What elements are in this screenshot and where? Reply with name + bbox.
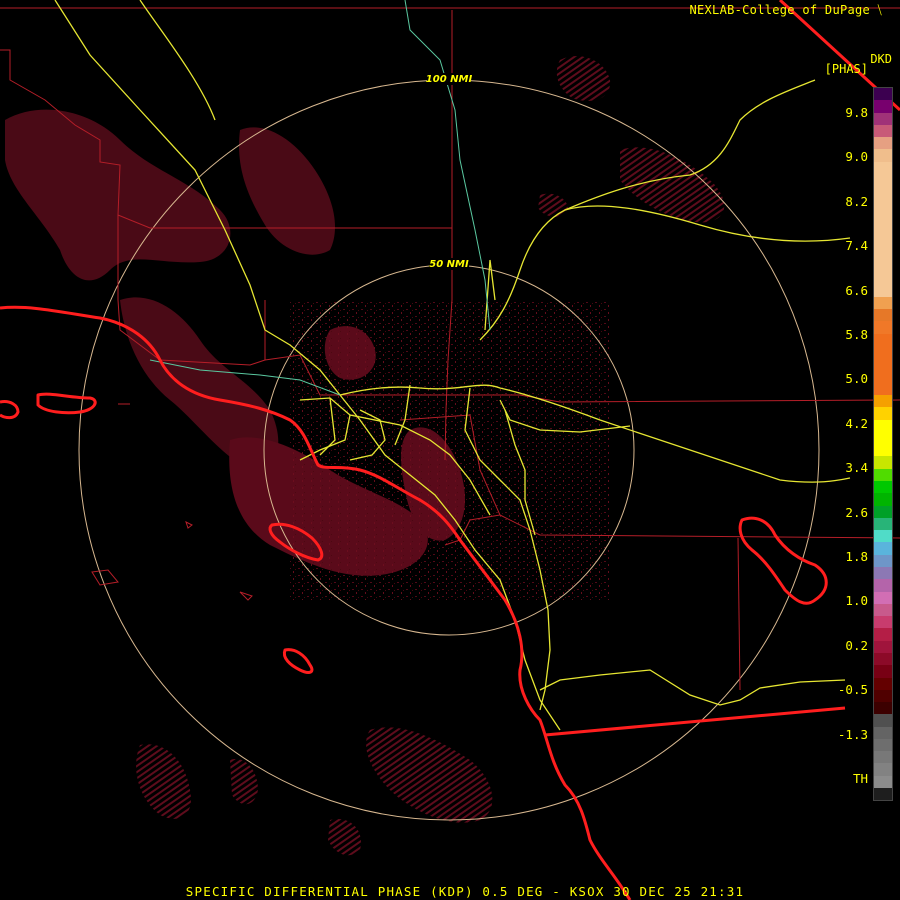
legend-tick-label: 9.0 [845, 149, 868, 165]
color-scale-swatch [874, 259, 892, 273]
color-scale-swatch [874, 100, 892, 113]
legend-tick-label: 9.8 [845, 105, 868, 120]
credit-mark-icon: ⧹ [877, 3, 882, 17]
radar-map: 100 NMI 50 NMI [0, 0, 900, 900]
ring-labels: 100 NMI 50 NMI [426, 73, 473, 270]
legend-tick-label: 5.0 [845, 371, 868, 387]
color-scale-swatch [874, 689, 892, 703]
legend-tick-label: 1.0 [845, 593, 868, 609]
ring-label-50nmi: 50 NMI [429, 259, 469, 270]
color-scale-swatch [874, 542, 892, 555]
color-scale-swatch [874, 714, 892, 727]
legend-tick-label: 3.4 [845, 460, 868, 476]
color-scale-swatch [874, 272, 892, 285]
credit-label: NEXLAB-College of DuPage [689, 3, 871, 17]
color-scale-swatch [874, 296, 892, 310]
legend-tick-label: 0.2 [845, 637, 868, 653]
legend-tick-label: 1.8 [845, 549, 868, 564]
color-scale-swatch [874, 370, 892, 383]
color-scale-swatch [874, 333, 892, 346]
color-scale-swatch [874, 775, 892, 789]
color-scale-swatch [874, 665, 892, 678]
color-scale-swatch [874, 149, 892, 162]
color-scale-swatch [874, 112, 892, 125]
color-scale-swatch [874, 603, 892, 617]
color-scale-swatch [874, 321, 892, 334]
color-scale-swatch [874, 284, 892, 297]
color-scale-swatch [874, 751, 892, 764]
color-scale-swatch [874, 419, 892, 432]
legend-tick-label: 5.8 [845, 327, 868, 342]
legend-tick-label: 8.2 [845, 193, 868, 209]
color-scale-swatch [874, 554, 892, 567]
color-scale-swatch [874, 124, 892, 138]
color-scale-swatch [874, 493, 892, 506]
color-scale [873, 87, 893, 801]
legend-tick-label: 7.4 [845, 238, 868, 254]
color-scale-swatch [874, 468, 892, 481]
color-scale-swatch [874, 223, 892, 236]
color-scale-swatch [874, 591, 892, 604]
color-scale-swatch [874, 358, 892, 371]
legend-tick-label: 6.6 [845, 282, 868, 298]
ring-label-100nmi: 100 NMI [426, 74, 473, 85]
legend-tick-label: -1.3 [837, 726, 868, 742]
color-scale-swatch [874, 738, 892, 752]
color-scale-swatch [874, 640, 892, 653]
echo-speckle-field [290, 300, 610, 600]
color-scale-swatch [874, 198, 892, 211]
color-scale-swatch [874, 702, 892, 715]
legend-tick-label: -0.5 [837, 682, 868, 698]
color-scale-swatch [874, 309, 892, 322]
color-scale-swatch [874, 247, 892, 260]
color-scale-swatch [874, 210, 892, 224]
color-scale-swatch [874, 628, 892, 641]
color-scale-swatch [874, 395, 892, 408]
legend-tick-label: TH [852, 771, 868, 786]
color-scale-swatch [874, 173, 892, 187]
color-scale-swatch [874, 517, 892, 531]
color-scale-swatch [874, 137, 892, 150]
color-scale-swatch [874, 444, 892, 457]
credit-text: NEXLAB-College of DuPage ⧹ [689, 3, 882, 18]
color-scale-swatch [874, 505, 892, 518]
product-caption: SPECIFIC DIFFERENTIAL PHASE (KDP) 0.5 DE… [185, 884, 745, 899]
color-scale-swatch [874, 161, 892, 174]
color-scale-swatch [874, 616, 892, 629]
color-scale-swatch [874, 235, 892, 248]
color-scale-swatch [874, 481, 892, 494]
legend-tick-label: 2.6 [845, 504, 868, 520]
unit-label: [PHAS] [824, 62, 868, 76]
color-scale-swatch [874, 579, 892, 592]
color-scale-swatch [874, 788, 892, 801]
color-scale-swatch [874, 677, 892, 690]
color-scale-swatch [874, 186, 892, 199]
color-scale-swatch [874, 431, 892, 445]
product-code: DKD [870, 52, 892, 66]
color-scale-swatch [874, 726, 892, 739]
color-scale-swatch [874, 345, 892, 359]
color-scale-swatch [874, 407, 892, 420]
color-scale-swatch [874, 88, 892, 101]
legend-tick-label: 4.2 [845, 415, 868, 431]
color-scale-swatch [874, 530, 892, 543]
color-scale-swatch [874, 566, 892, 580]
radar-echoes [5, 56, 725, 856]
color-scale-swatch [874, 763, 892, 776]
color-scale-swatch [874, 382, 892, 396]
color-scale-swatch [874, 456, 892, 469]
color-scale-swatch [874, 652, 892, 666]
